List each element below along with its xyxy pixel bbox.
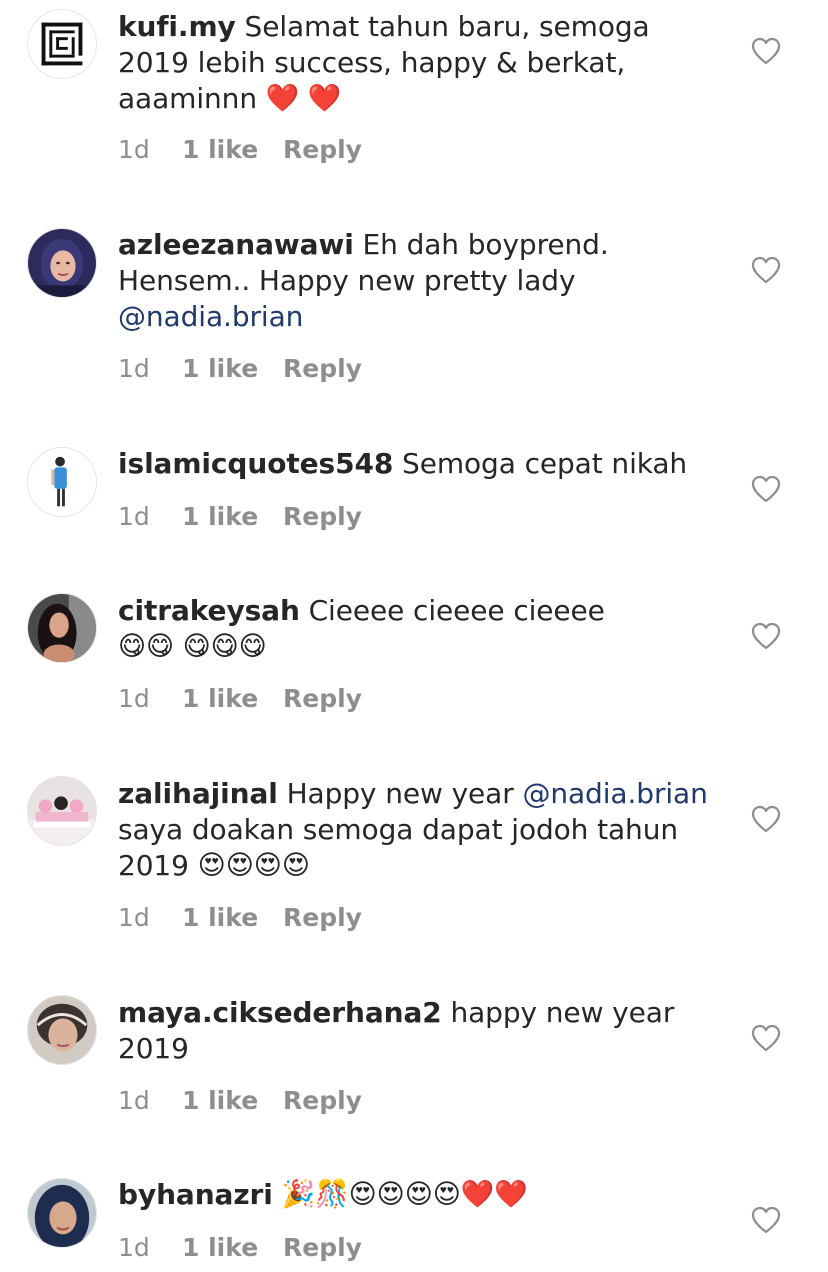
- comment-username[interactable]: byhanazri: [118, 1178, 273, 1211]
- like-heart-icon[interactable]: [751, 1024, 781, 1052]
- comment-meta: 1d 1 like Reply: [118, 1086, 362, 1116]
- reply-button[interactable]: Reply: [283, 684, 362, 714]
- comment-likes-link[interactable]: 1 like: [182, 903, 283, 933]
- like-heart-icon[interactable]: [751, 622, 781, 650]
- user-photo-avatar: [28, 996, 96, 1064]
- comment-time: 1d: [118, 903, 150, 932]
- like-heart-icon[interactable]: [751, 475, 781, 503]
- reply-button[interactable]: Reply: [283, 1233, 362, 1263]
- comment-time: 1d: [118, 135, 150, 164]
- comment-meta: 1d 1 like Reply: [118, 684, 362, 714]
- comment-meta: 1d 1 like Reply: [118, 135, 362, 165]
- comment-likes-link[interactable]: 1 like: [182, 502, 283, 532]
- user-photo-avatar: [28, 448, 96, 516]
- comment-likes-link[interactable]: 1 like: [182, 135, 283, 165]
- comment-meta: 1d 1 like Reply: [118, 1233, 362, 1263]
- like-heart-icon[interactable]: [751, 37, 781, 65]
- user-photo-avatar: [28, 229, 96, 297]
- user-photo-avatar: [28, 777, 96, 845]
- user-photo-avatar: [28, 594, 96, 662]
- comment-text: kufi.my Selamat tahun baru, semoga 2019 …: [118, 9, 718, 117]
- comment-meta: 1d 1 like Reply: [118, 502, 362, 532]
- like-heart-icon[interactable]: [751, 805, 781, 833]
- comment-time: 1d: [118, 502, 150, 531]
- comment-text: citrakeysah Cieeee cieeee cieeee 😋😋 😋😋😋: [118, 593, 718, 665]
- user-photo-avatar: [28, 1179, 96, 1247]
- mention-link[interactable]: @nadia.brian: [522, 777, 707, 810]
- comment-time: 1d: [118, 1233, 150, 1262]
- like-heart-icon[interactable]: [751, 1206, 781, 1234]
- comment-meta: 1d 1 like Reply: [118, 354, 362, 384]
- reply-button[interactable]: Reply: [283, 502, 362, 532]
- comment-meta: 1d 1 like Reply: [118, 903, 362, 933]
- comment-username[interactable]: islamicquotes548: [118, 447, 393, 480]
- reply-button[interactable]: Reply: [283, 903, 362, 933]
- comment-emojis: 😋😋 😋😋😋: [118, 631, 267, 662]
- comment-likes-link[interactable]: 1 like: [182, 684, 283, 714]
- comment-body: Cieeee cieeee cieeee: [308, 594, 605, 627]
- kufi-logo-avatar: [28, 10, 96, 78]
- comment-username[interactable]: citrakeysah: [118, 594, 300, 627]
- avatar[interactable]: [27, 228, 97, 298]
- comment-username[interactable]: azleezanawawi: [118, 228, 354, 261]
- comment-text: maya.ciksederhana2 happy new year 2019: [118, 995, 718, 1067]
- comment-likes-link[interactable]: 1 like: [182, 354, 283, 384]
- comment-username[interactable]: zalihajinal: [118, 777, 278, 810]
- comment-time: 1d: [118, 684, 150, 713]
- comment-time: 1d: [118, 1086, 150, 1115]
- avatar[interactable]: [27, 1178, 97, 1248]
- comment-text: islamicquotes548 Semoga cepat nikah: [118, 446, 718, 482]
- avatar[interactable]: [27, 593, 97, 663]
- comment-likes-link[interactable]: 1 like: [182, 1086, 283, 1116]
- avatar[interactable]: [27, 776, 97, 846]
- comment-text: azleezanawawi Eh dah boyprend. Hensem.. …: [118, 227, 718, 335]
- reply-button[interactable]: Reply: [283, 1086, 362, 1116]
- avatar[interactable]: [27, 447, 97, 517]
- avatar[interactable]: [27, 9, 97, 79]
- comment-emojis: 😍😍😍😍: [197, 850, 310, 881]
- avatar[interactable]: [27, 995, 97, 1065]
- comment-time: 1d: [118, 354, 150, 383]
- comment-text: zalihajinal Happy new year @nadia.brian …: [118, 776, 718, 884]
- comment-likes-link[interactable]: 1 like: [182, 1233, 283, 1263]
- comment-text: byhanazri 🎉🎊😍😍😍😍❤️❤️: [118, 1177, 718, 1213]
- comment-emojis: ❤️ ❤️: [265, 83, 342, 114]
- reply-button[interactable]: Reply: [283, 135, 362, 165]
- like-heart-icon[interactable]: [751, 256, 781, 284]
- comment-username[interactable]: maya.ciksederhana2: [118, 996, 442, 1029]
- reply-button[interactable]: Reply: [283, 354, 362, 384]
- mention-link[interactable]: @nadia.brian: [118, 300, 303, 333]
- comment-emojis: 🎉🎊😍😍😍😍❤️❤️: [281, 1179, 528, 1210]
- comment-body: Happy new year: [286, 777, 514, 810]
- comment-body: Semoga cepat nikah: [402, 447, 688, 480]
- comment-username[interactable]: kufi.my: [118, 10, 236, 43]
